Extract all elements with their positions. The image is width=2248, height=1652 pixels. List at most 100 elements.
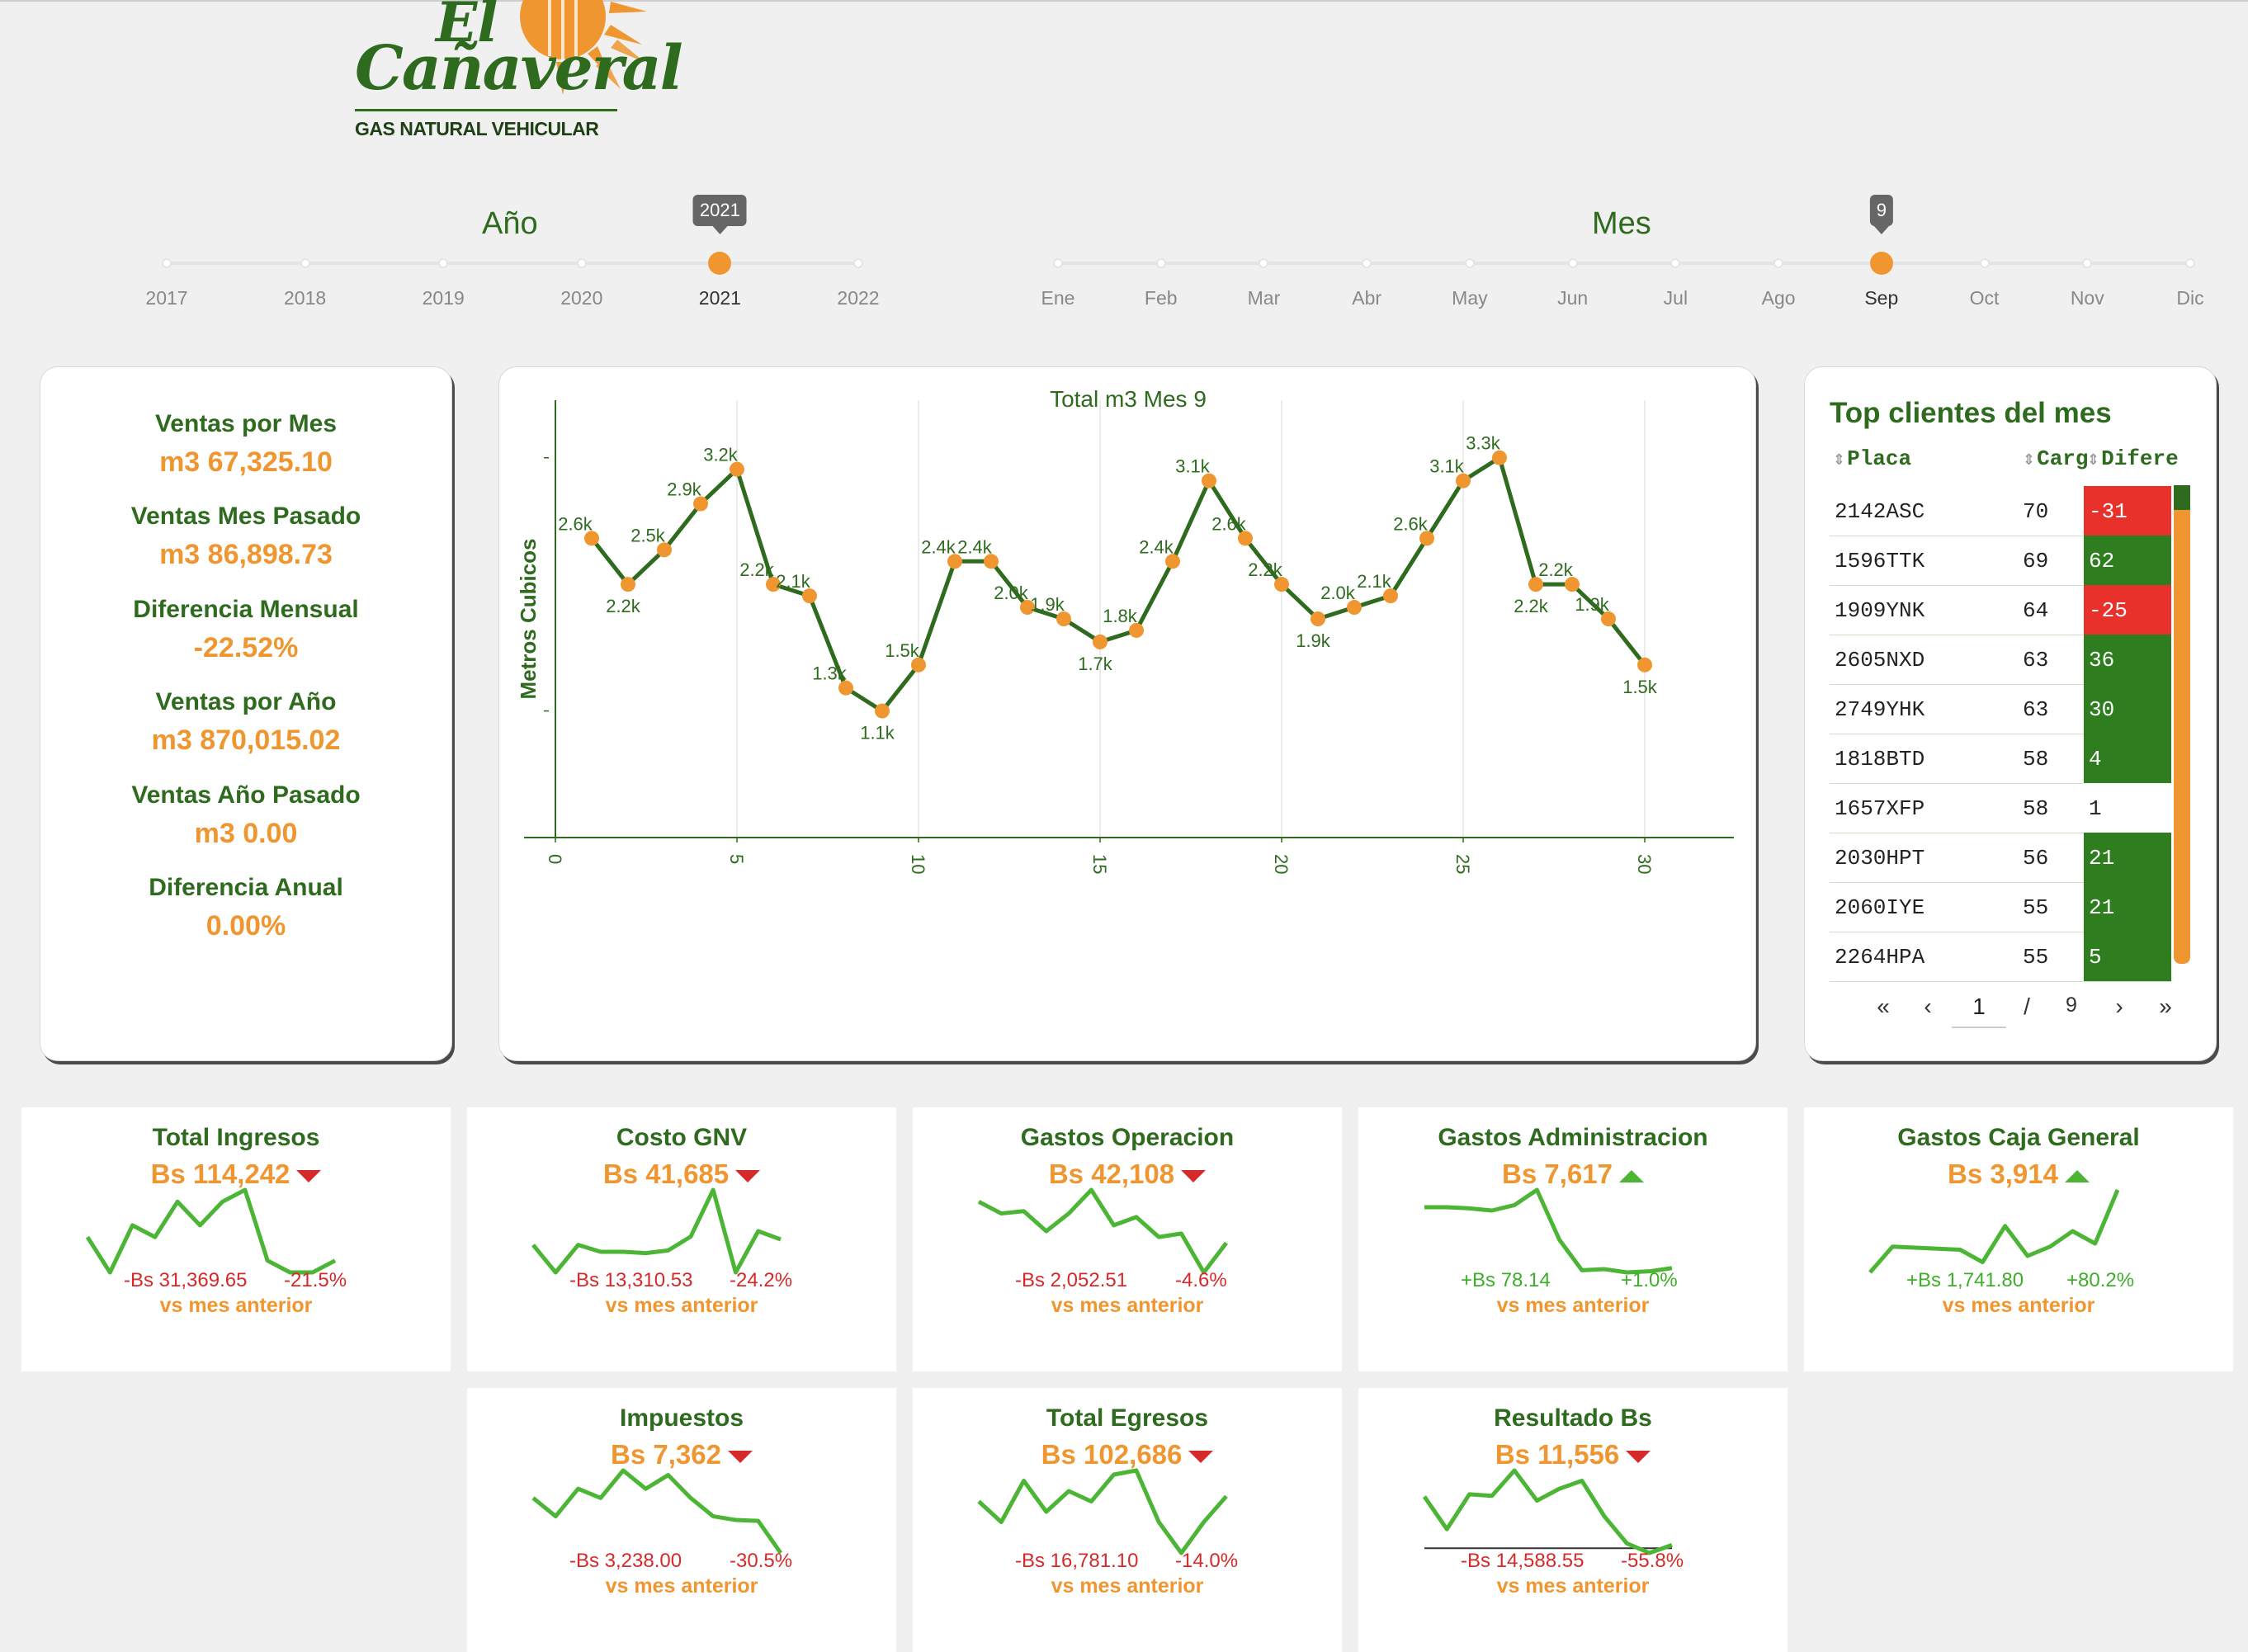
year-slider-mark[interactable] xyxy=(300,258,310,268)
year-slider-track[interactable] xyxy=(167,262,858,265)
x-tick-label: 10 xyxy=(908,854,928,874)
month-slider-mark[interactable] xyxy=(1259,258,1269,268)
ventas-anio-pasado-value: m3 0.00 xyxy=(194,818,298,849)
month-slider-mark[interactable] xyxy=(1670,258,1681,268)
pager-next-button[interactable]: › xyxy=(2115,994,2123,1020)
month-slider-label[interactable]: Ago xyxy=(1762,287,1796,309)
month-slider-label[interactable]: Jun xyxy=(1557,287,1588,309)
table-row[interactable]: 1657XFP 58 1 xyxy=(1830,783,2171,833)
year-slider-mark[interactable] xyxy=(576,258,587,268)
month-slider-mark[interactable] xyxy=(1979,258,1990,268)
data-point[interactable] xyxy=(621,577,635,592)
month-slider-track[interactable] xyxy=(1058,262,2190,265)
data-label: 2.2k xyxy=(1538,559,1574,580)
month-slider-label[interactable]: Ene xyxy=(1041,287,1075,309)
pager-first-button[interactable]: « xyxy=(1877,994,1890,1020)
month-slider-mark[interactable] xyxy=(1567,258,1578,268)
table-row[interactable]: 2030HPT 56 21 xyxy=(1830,833,2171,883)
year-slider-label[interactable]: 2020 xyxy=(560,287,602,309)
top-clients-title: Top clientes del mes xyxy=(1830,397,2112,429)
data-point[interactable] xyxy=(1093,634,1107,649)
year-slider-label[interactable]: 2022 xyxy=(837,287,879,309)
table-row[interactable]: 1909YNK 64 -25 xyxy=(1830,585,2171,635)
table-scrollbar[interactable] xyxy=(2174,485,2190,964)
month-slider-label[interactable]: Abr xyxy=(1352,287,1381,309)
kpi-delta: -Bs 14,588.55 xyxy=(1461,1550,1584,1572)
table-row[interactable]: 1596TTK 69 62 xyxy=(1830,536,2171,586)
year-slider-mark[interactable] xyxy=(853,258,863,268)
month-slider-mark[interactable] xyxy=(1053,258,1063,268)
data-point[interactable] xyxy=(1637,657,1652,673)
kpi-delta: +Bs 78.14 xyxy=(1461,1269,1551,1291)
placa-cell: 2264HPA xyxy=(1835,945,1925,970)
ventas-anio-label: Ventas por Año xyxy=(155,688,337,715)
month-slider-mark[interactable] xyxy=(1464,258,1475,268)
data-label: 2.2k xyxy=(739,559,775,580)
year-slider-handle[interactable] xyxy=(708,252,732,275)
placa-cell: 2030HPT xyxy=(1835,846,1925,871)
month-slider-label[interactable]: Feb xyxy=(1145,287,1178,309)
data-label: 1.3k xyxy=(812,663,848,684)
col-header-placa[interactable]: ⇕Placa xyxy=(1833,446,1911,471)
data-point[interactable] xyxy=(875,703,890,719)
difere-cell: 21 xyxy=(2084,882,2171,932)
kpi-title: Gastos Operacion xyxy=(1020,1124,1235,1151)
pager-prev-button[interactable]: ‹ xyxy=(1924,994,1931,1020)
kpi-title: Costo GNV xyxy=(616,1124,748,1151)
year-slider-mark[interactable] xyxy=(162,258,172,268)
data-label: 2.2k xyxy=(1248,559,1283,580)
col-header-difere[interactable]: ⇕Difere xyxy=(2087,446,2179,471)
year-slider-label[interactable]: 2021 xyxy=(699,287,741,309)
month-slider-label[interactable]: Mar xyxy=(1248,287,1281,309)
month-slider-mark[interactable] xyxy=(1155,258,1166,268)
carg-cell: 55 xyxy=(2023,895,2049,920)
placa-cell: 2605NXD xyxy=(1835,648,1925,673)
y-axis-label: Metros Cubicos xyxy=(516,538,541,699)
kpi-value: Bs 102,686 xyxy=(913,1439,1342,1470)
month-slider-mark[interactable] xyxy=(2185,258,2195,268)
logo-rule xyxy=(355,109,617,111)
table-row[interactable]: 2264HPA 55 5 xyxy=(1830,932,2171,982)
table-row[interactable]: 2749YHK 63 30 xyxy=(1830,684,2171,734)
data-label: 1.9k xyxy=(1296,630,1331,651)
month-slider-mark[interactable] xyxy=(1773,258,1784,268)
col-header-carg[interactable]: ⇕Carg xyxy=(2023,446,2089,471)
placa-cell: 2142ASC xyxy=(1835,499,1925,524)
month-slider-label[interactable]: Oct xyxy=(1970,287,2000,309)
year-slider-label[interactable]: 2018 xyxy=(284,287,326,309)
year-slider-mark[interactable] xyxy=(438,258,449,268)
diferencia-anual-value: 0.00% xyxy=(205,910,286,942)
pager-last-button[interactable]: » xyxy=(2159,994,2172,1020)
table-row[interactable]: 1818BTD 58 4 xyxy=(1830,734,2171,784)
sparkline-path xyxy=(977,1468,1228,1555)
trend-down-icon xyxy=(1188,1450,1214,1463)
table-row[interactable]: 2142ASC 70 -31 xyxy=(1830,486,2171,536)
year-slider-label[interactable]: 2019 xyxy=(423,287,465,309)
data-label: 2.2k xyxy=(606,596,641,616)
x-tick-label: 5 xyxy=(726,854,747,864)
month-slider-label[interactable]: Dic xyxy=(2176,287,2203,309)
month-slider-label[interactable]: May xyxy=(1452,287,1487,309)
daily-volume-chart[interactable]: 0 5 10 15 20 25 30 Total m3 Mes 9 Metros Cubicos… xyxy=(499,367,1757,1062)
difere-cell: -25 xyxy=(2084,585,2171,635)
difere-cell: 1 xyxy=(2084,783,2171,833)
table-row[interactable]: 2060IYE 55 21 xyxy=(1830,882,2171,932)
month-slider-mark[interactable] xyxy=(1362,258,1372,268)
month-slider-label[interactable]: Sep xyxy=(1864,287,1898,309)
month-slider-mark[interactable] xyxy=(2082,258,2093,268)
data-point[interactable] xyxy=(1311,611,1325,626)
month-slider-label[interactable]: Nov xyxy=(2071,287,2104,309)
month-slider-label[interactable]: Jul xyxy=(1664,287,1688,309)
data-label: 3.2k xyxy=(703,445,739,465)
year-slider-label[interactable]: 2017 xyxy=(145,287,187,309)
data-label: 2.0k xyxy=(994,583,1029,603)
data-label: 2.1k xyxy=(776,571,811,592)
kpi-title: Total Egresos xyxy=(1046,1404,1209,1432)
kpi-tile-resultado-bs: Resultado Bs Bs 11,556 -Bs 14,588.55 -55.8%… xyxy=(1358,1388,1788,1652)
pager-page-input[interactable]: 1 xyxy=(1952,994,2006,1028)
month-slider-handle[interactable] xyxy=(1869,252,1893,275)
table-row[interactable]: 2605NXD 63 36 xyxy=(1830,635,2171,685)
month-slider-tooltip: 9 xyxy=(1869,195,1893,234)
kpi-percent: +1.0% xyxy=(1621,1269,1678,1291)
carg-cell: 63 xyxy=(2023,697,2049,722)
